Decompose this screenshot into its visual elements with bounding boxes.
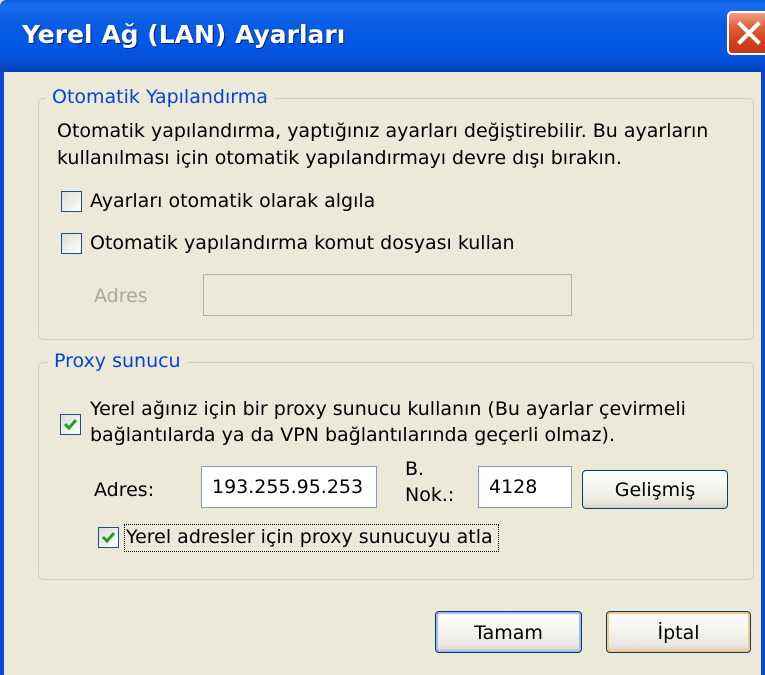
checkmark-icon <box>101 532 116 544</box>
close-icon <box>737 21 761 45</box>
proxy-port-input[interactable]: 4128 <box>478 466 572 508</box>
advanced-button[interactable]: Gelişmiş <box>582 470 728 509</box>
auto-config-address-input[interactable] <box>203 274 572 316</box>
auto-detect-label[interactable]: Ayarları otomatik olarak algıla <box>90 190 375 212</box>
ok-button[interactable]: Tamam <box>435 611 582 653</box>
auto-config-description-line1: Otomatik yapılandırma, yaptığınız ayarla… <box>57 120 709 142</box>
port-label-line2: Nok.: <box>405 484 455 506</box>
use-proxy-checkbox[interactable] <box>60 414 81 435</box>
proxy-address-input[interactable]: 193.255.95.253 <box>201 466 377 508</box>
proxy-address-label: Adres: <box>94 479 155 501</box>
auto-config-script-label[interactable]: Otomatik yapılandırma komut dosyası kull… <box>90 232 515 254</box>
window-border-right <box>761 72 765 675</box>
cancel-button-label: İptal <box>657 622 700 644</box>
auto-config-script-checkbox[interactable] <box>61 233 82 254</box>
window-border-left <box>0 72 4 675</box>
use-proxy-label-line2[interactable]: bağlantılarda ya da VPN bağlantılarında … <box>90 424 615 446</box>
auto-config-description-line2: kullanılması için otomatik yapılandırmay… <box>57 147 622 169</box>
title-bar[interactable]: Yerel Ağ (LAN) Ayarları <box>0 0 765 72</box>
checkmark-icon <box>63 419 78 431</box>
auto-config-group-title: Otomatik Yapılandırma <box>46 86 274 108</box>
proxy-group-title: Proxy sunucu <box>48 350 187 372</box>
ok-button-label: Tamam <box>474 622 543 644</box>
close-button[interactable] <box>727 11 765 55</box>
cancel-button[interactable]: İptal <box>606 611 751 653</box>
window-title: Yerel Ağ (LAN) Ayarları <box>22 20 346 49</box>
bypass-local-label[interactable]: Yerel adresler için proxy sunucuyu atla <box>126 526 493 548</box>
advanced-button-label: Gelişmiş <box>614 479 696 501</box>
lan-settings-dialog: Yerel Ağ (LAN) Ayarları Otomatik Yapılan… <box>0 0 765 675</box>
bypass-local-checkbox[interactable] <box>98 527 119 548</box>
auto-config-address-label: Adres <box>94 285 148 307</box>
port-label-line1: B. <box>405 458 425 480</box>
auto-detect-checkbox[interactable] <box>61 191 82 212</box>
use-proxy-label-line1[interactable]: Yerel ağınız için bir proxy sunucu kulla… <box>90 398 686 420</box>
